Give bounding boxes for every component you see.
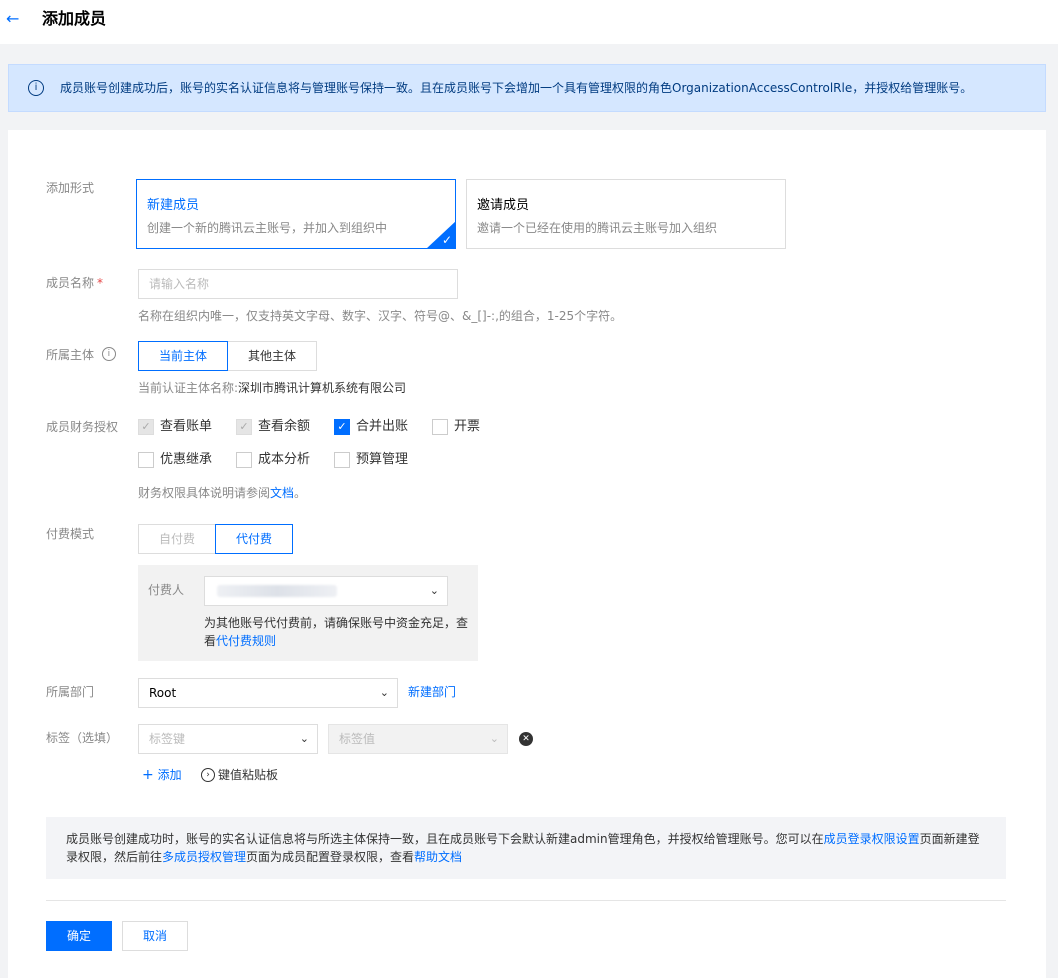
chevron-down-icon: ⌄: [489, 732, 499, 745]
tag-value-select[interactable]: 标签值 ⌄: [328, 724, 508, 754]
member-name-hint: 名称在组织内唯一，仅支持英文字母、数字、汉字、符号@、&_[]-:,的组合，1-…: [138, 309, 623, 323]
remove-tag-icon[interactable]: ✕: [519, 732, 533, 746]
chevron-down-icon: ⌄: [429, 584, 439, 597]
checkbox-icon: [432, 419, 448, 435]
card-desc: 邀请一个已经在使用的腾讯云主账号加入组织: [477, 221, 718, 235]
department-value: Root: [149, 686, 177, 700]
tags-label: 标签（选填）: [46, 731, 119, 745]
finance-checkbox-view-balance[interactable]: ✓ 查看余额: [236, 419, 310, 435]
multi-member-auth-link[interactable]: 多成员授权管理: [162, 850, 246, 864]
checkbox-icon: [236, 452, 252, 468]
checkbox-icon: ✓: [236, 419, 252, 435]
info-notice: i 成员账号创建成功后，账号的实名认证信息将与管理账号保持一致。且在成员账号下会…: [8, 64, 1046, 112]
checkbox-label: 预算管理: [356, 452, 409, 467]
member-name-label-text: 成员名称: [46, 276, 95, 290]
entity-label: 所属主体 i: [46, 347, 116, 363]
department-label: 所属部门: [46, 685, 95, 699]
entity-hint-value: 深圳市腾讯计算机系统有限公司: [238, 381, 407, 395]
check-icon: ✓: [441, 233, 452, 247]
confirm-button[interactable]: 确定: [46, 921, 112, 951]
add-type-label: 添加形式: [46, 181, 95, 195]
arrow-left-icon[interactable]: ←: [6, 9, 26, 29]
finance-hint: 财务权限具体说明请参阅文档。: [138, 485, 306, 501]
payer-value-redacted: [217, 585, 337, 597]
paste-board-label: 键值粘贴板: [218, 768, 279, 782]
card-title: 邀请成员: [477, 198, 530, 213]
login-permission-link[interactable]: 成员登录权限设置: [824, 832, 920, 846]
checkbox-icon: ✓: [138, 419, 154, 435]
chevron-down-icon: ⌄: [299, 732, 309, 745]
cancel-button[interactable]: 取消: [122, 921, 188, 951]
checkbox-label: 开票: [454, 419, 481, 434]
form-panel: 添加形式 新建成员 创建一个新的腾讯云主账号，并加入到组织中 ✓ 邀请成员 邀请…: [8, 130, 1046, 978]
divider: [46, 900, 1006, 901]
payer-note-line1: 为其他账号代付费前，请确保账号中资金充足，查: [204, 616, 469, 630]
tag-key-select[interactable]: 标签键 ⌄: [138, 724, 318, 754]
finance-label: 成员财务授权: [46, 420, 119, 434]
help-doc-link[interactable]: 帮助文档: [414, 850, 462, 864]
add-tag-button[interactable]: + 添加: [142, 767, 182, 783]
invite-member-card[interactable]: 邀请成员 邀请一个已经在使用的腾讯云主账号加入组织: [466, 179, 786, 249]
entity-hint-prefix: 当前认证主体名称:: [138, 381, 239, 395]
checkbox-label: 成本分析: [258, 452, 311, 467]
tip-box: 成员账号创建成功时，账号的实名认证信息将与所选主体保持一致，且在成员账号下会默认…: [46, 817, 1006, 879]
tag-key-placeholder: 标签键: [149, 732, 186, 746]
card-desc: 创建一个新的腾讯云主账号，并加入到组织中: [147, 221, 388, 235]
checkbox-icon: [138, 452, 154, 468]
add-tag-label: 添加: [157, 768, 182, 782]
info-icon[interactable]: i: [101, 347, 116, 361]
plus-icon: +: [142, 767, 154, 783]
finance-checkbox-cost-analysis[interactable]: 成本分析: [236, 452, 310, 468]
tip-text: 成员账号创建成功时，账号的实名认证信息将与所选主体保持一致，且在成员账号下会默认…: [66, 830, 986, 866]
department-select[interactable]: Root ⌄: [138, 678, 398, 708]
paste-board-button[interactable]: › 键值粘贴板: [201, 767, 278, 783]
proxy-pay-rules-link[interactable]: 代付费规则: [216, 634, 276, 648]
info-icon: i: [28, 80, 44, 96]
payer-label: 付费人: [148, 583, 185, 597]
new-department-link[interactable]: 新建部门: [408, 684, 456, 700]
payer-note-line2: 看代付费规则: [204, 632, 468, 650]
member-name-input[interactable]: 请输入名称: [138, 269, 458, 299]
tip-part3: 页面为成员配置登录权限，查看: [246, 850, 415, 864]
tag-value-placeholder: 标签值: [339, 732, 376, 746]
entity-other-button[interactable]: 其他主体: [227, 341, 317, 371]
chevron-right-circle-icon: ›: [201, 768, 215, 782]
checkbox-label: 优惠继承: [160, 452, 213, 467]
entity-label-text: 所属主体: [46, 348, 95, 362]
payer-note-prefix: 看: [204, 634, 217, 648]
payer-select[interactable]: ⌄: [204, 576, 448, 606]
page-header: ← 添加成员: [0, 0, 1058, 44]
checkbox-icon: [334, 452, 350, 468]
finance-checkbox-view-bill[interactable]: ✓ 查看账单: [138, 419, 212, 435]
finance-checkbox-invoice[interactable]: 开票: [432, 419, 480, 435]
checkbox-label: 查看账单: [160, 419, 213, 434]
member-name-label: 成员名称 *: [46, 275, 103, 291]
finance-doc-link[interactable]: 文档: [270, 486, 294, 500]
entity-hint: 当前认证主体名称:深圳市腾讯计算机系统有限公司: [138, 380, 406, 396]
finance-hint-suffix: 。: [294, 486, 307, 500]
payer-box: 付费人 ⌄ 为其他账号代付费前，请确保账号中资金充足，查 看代付费规则: [138, 565, 478, 661]
required-mark: *: [97, 276, 104, 290]
new-member-card[interactable]: 新建成员 创建一个新的腾讯云主账号，并加入到组织中 ✓: [136, 179, 456, 249]
self-pay-button[interactable]: 自付费: [138, 524, 216, 554]
chevron-down-icon: ⌄: [379, 686, 389, 699]
finance-checkbox-discount[interactable]: 优惠继承: [138, 452, 212, 468]
payment-label: 付费模式: [46, 527, 95, 541]
card-title: 新建成员: [147, 198, 200, 213]
checkbox-label: 合并出账: [356, 419, 409, 434]
tip-part1: 成员账号创建成功时，账号的实名认证信息将与所选主体保持一致，且在成员账号下会默认…: [66, 832, 824, 846]
entity-current-button[interactable]: 当前主体: [138, 341, 228, 371]
page-title: 添加成员: [42, 9, 107, 28]
finance-checkbox-budget[interactable]: 预算管理: [334, 452, 408, 468]
checkbox-label: 查看余额: [258, 419, 311, 434]
finance-checkbox-merge-bill[interactable]: ✓ 合并出账: [334, 419, 408, 435]
finance-hint-prefix: 财务权限具体说明请参阅: [138, 486, 271, 500]
notice-text: 成员账号创建成功后，账号的实名认证信息将与管理账号保持一致。且在成员账号下会增加…: [60, 81, 973, 95]
checkbox-icon: ✓: [334, 419, 350, 435]
payer-note: 为其他账号代付费前，请确保账号中资金充足，查 看代付费规则: [204, 614, 468, 650]
proxy-pay-button[interactable]: 代付费: [215, 524, 293, 554]
